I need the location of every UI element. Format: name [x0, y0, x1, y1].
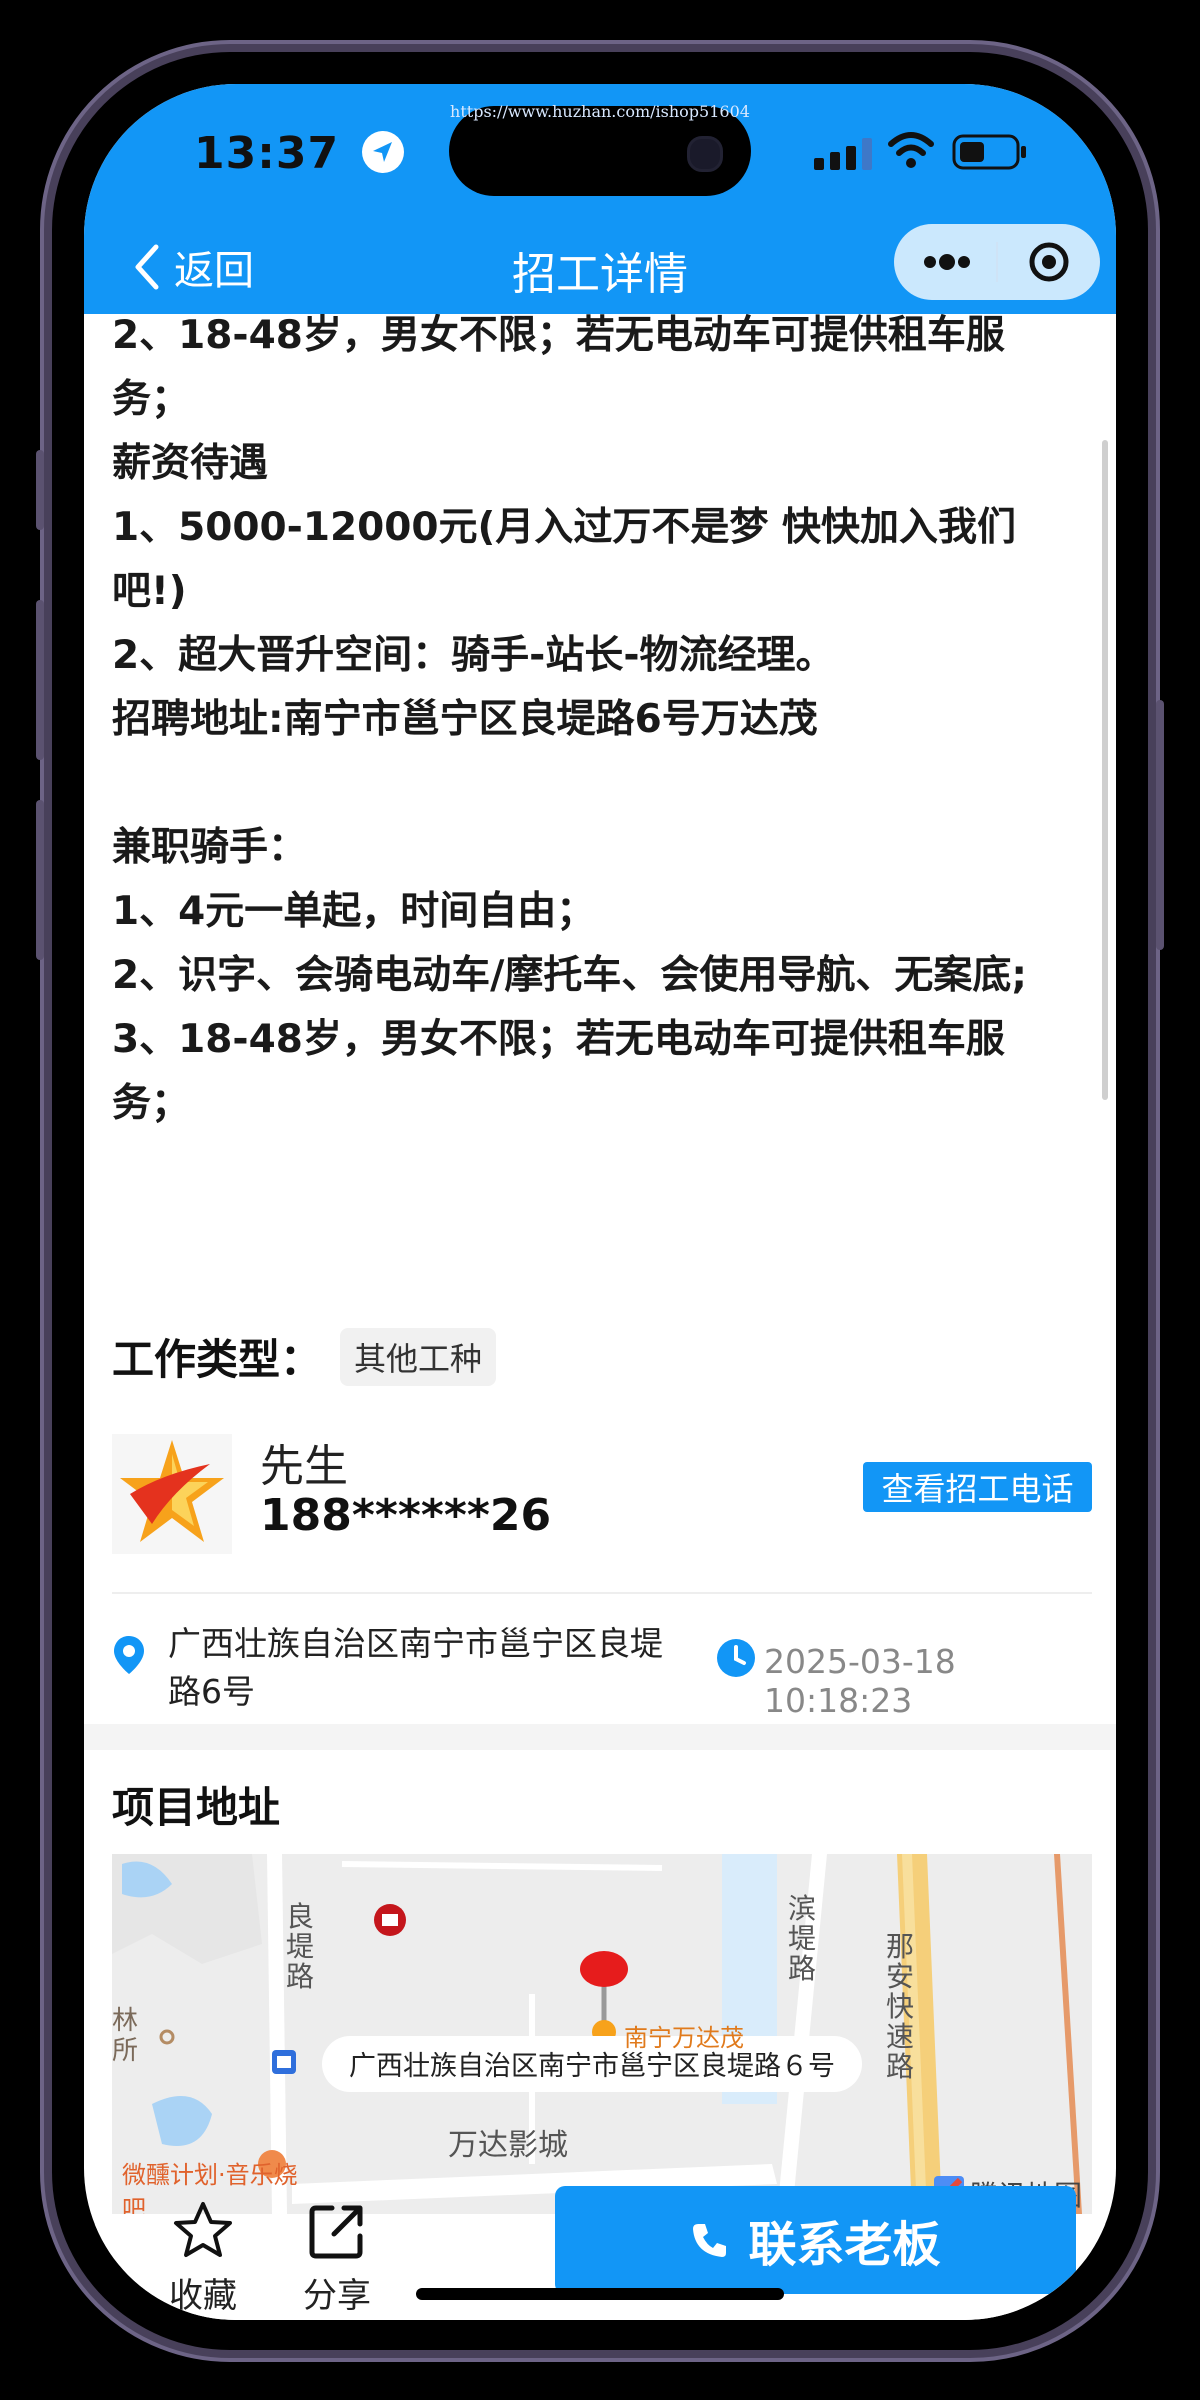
clock-icon [717, 1639, 755, 1677]
contact-name: 先生 [260, 1441, 348, 1492]
home-indicator[interactable] [416, 2288, 784, 2300]
location-address: 广西壮族自治区南宁市邕宁区良堤路6号 [168, 1624, 663, 1711]
favorite-label: 收藏 [169, 2276, 237, 2316]
status-bar: 13:37 https://www.huzhan.com/ishop51604 [84, 84, 1116, 314]
side-button [36, 450, 44, 530]
volume-up-button [36, 600, 44, 760]
volume-down-button [36, 800, 44, 960]
work-type-row: 工作类型： 其他工种 [112, 1326, 497, 1387]
more-dots-icon [924, 254, 970, 270]
screen: 13:37 https://www.huzhan.com/ishop51604 [84, 84, 1116, 2320]
share-button[interactable]: 分享 [282, 2200, 392, 2317]
wifi-icon [888, 132, 934, 168]
status-time: 13:37 [194, 128, 405, 179]
more-button[interactable] [894, 224, 997, 300]
map-cinema-label: 万达影城 [448, 2128, 568, 2163]
contact-phone: 188******26 [260, 1490, 552, 1541]
post-datetime: 2025-03-18 10:18:23 [764, 1642, 956, 1720]
star-logo-icon [120, 1440, 224, 1542]
location-pin-icon [114, 1636, 144, 1674]
cellular-signal-icon [814, 138, 872, 170]
view-phone-button[interactable]: 查看招工电话 [863, 1462, 1092, 1512]
location-row: 广西壮族自治区南宁市邕宁区良堤路6号 2025-03-18 10:18:23 [112, 1616, 1092, 1726]
watermark-url: https://www.huzhan.com/ishop51604 [450, 102, 750, 121]
close-miniprogram-button[interactable] [998, 224, 1100, 300]
scroll-content[interactable]: 2、18-48岁，男女不限；若无电动车可提供租车服务； 薪资待遇 1、5000-… [84, 314, 1116, 2224]
map-address-callout: 广西壮族自治区南宁市邕宁区良堤路６号 [349, 2051, 835, 2082]
work-type-label: 工作类型： [112, 1335, 323, 1384]
map-road-label-3: 那安快速路 [886, 1930, 915, 2083]
status-time-text: 13:37 [194, 128, 340, 179]
star-icon [174, 2202, 232, 2257]
target-circle-icon [1029, 242, 1069, 282]
miniprogram-capsule [894, 224, 1100, 300]
share-label: 分享 [303, 2276, 371, 2316]
nav-bar: 返回 招工详情 [84, 224, 1116, 314]
section-divider [84, 1724, 1116, 1750]
favorite-button[interactable]: 收藏 [148, 2200, 258, 2317]
scrollbar[interactable] [1102, 440, 1108, 1100]
map-road-label-2: 滨堤路 [788, 1892, 817, 1985]
camera-icon [687, 136, 723, 172]
map-road-label-1: 良堤路 [286, 1900, 315, 1993]
project-map[interactable]: 良堤路 滨堤路 那安快速路 林所 南宁万达茂 万达影城 微醺计划·音乐烧吧 广西… [112, 1854, 1092, 2214]
battery-icon [952, 134, 1026, 170]
divider [112, 1592, 1092, 1594]
share-icon [309, 2205, 363, 2259]
work-type-tag: 其他工种 [340, 1327, 497, 1386]
contact-boss-button[interactable]: 联系老板 [555, 2186, 1076, 2294]
location-arrow-icon [362, 131, 405, 173]
contact-boss-label: 联系老板 [748, 2217, 941, 2273]
employer-logo [112, 1434, 232, 1554]
bottom-action-bar: 收藏 分享 联系老板 [84, 2186, 1116, 2320]
power-button [1156, 700, 1164, 950]
map-poi-label-1: 林所 [112, 2006, 139, 2066]
contact-card: 先生 188******26 查看招工电话 [112, 1424, 1092, 1574]
phone-icon [693, 2224, 727, 2257]
project-address-title: 项目地址 [112, 1783, 281, 1832]
job-description: 2、18-48岁，男女不限；若无电动车可提供租车服务； 薪资待遇 1、5000-… [112, 314, 1027, 1126]
